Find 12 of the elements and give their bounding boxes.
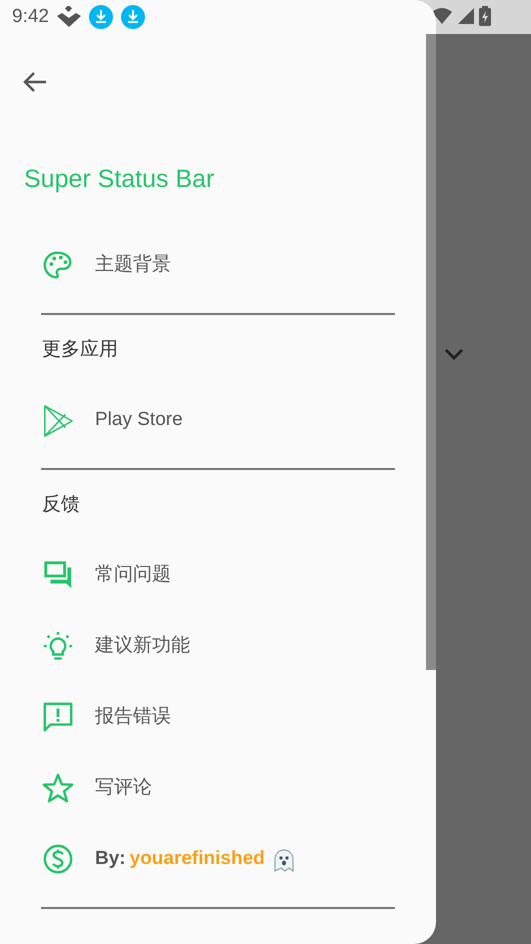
menu-item[interactable]: 报告错误 (95, 703, 171, 732)
author-name: youarefinished (130, 847, 265, 872)
menu-item[interactable]: Play Store (95, 406, 183, 435)
menu-item[interactable]: 主题背景 (95, 251, 171, 280)
status-time: 9:42 (12, 4, 49, 29)
menu-item[interactable]: 建议新功能 (95, 632, 190, 661)
section-header: 更多应用 (42, 338, 118, 362)
drawer-title: Super Status Bar (24, 164, 214, 196)
menu-item[interactable]: 常问问题 (95, 561, 171, 590)
section-header: 反馈 (42, 492, 80, 517)
menu-item[interactable]: 写评论 (95, 774, 152, 803)
credit-label: By: (95, 847, 126, 872)
